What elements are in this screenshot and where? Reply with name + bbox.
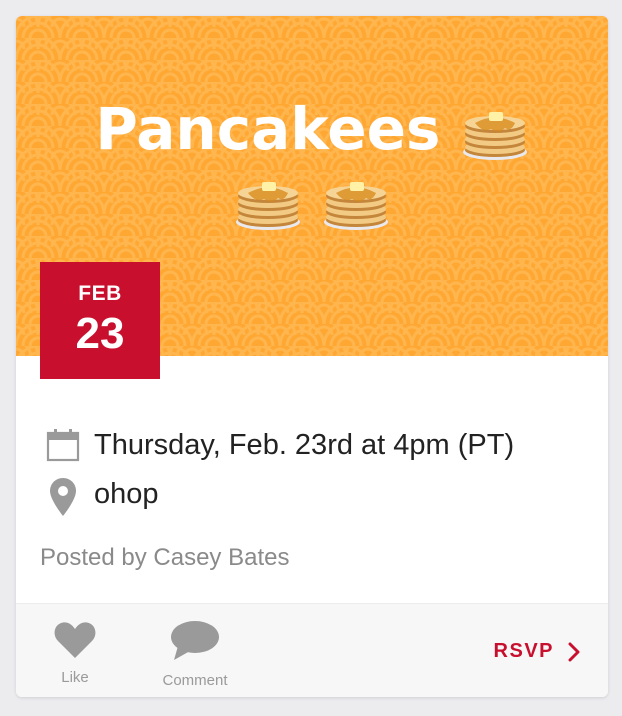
event-datetime-text: Thursday, Feb. 23rd at 4pm (PT) [94, 428, 515, 461]
rsvp-label: RSVP [493, 640, 554, 662]
date-badge-day: 23 [75, 309, 125, 358]
date-badge-month: FEB [78, 282, 122, 305]
event-actions-bar: Like Comment RSVP [16, 603, 608, 697]
event-title: Pancakees [16, 94, 608, 234]
event-card: Pancakees FEB 23 Thursday, Feb. 23rd at … [16, 16, 608, 697]
posted-by: Posted by Casey Bates [40, 544, 290, 571]
pancakes-emoji-icon [234, 174, 302, 232]
heart-icon [50, 620, 100, 664]
chevron-right-icon [568, 642, 580, 662]
like-label: Like [61, 669, 89, 686]
rsvp-button[interactable]: RSVP [494, 640, 580, 663]
location-pin-icon [46, 477, 80, 516]
comment-label: Comment [162, 672, 228, 689]
event-location-text: ohop [94, 477, 159, 510]
comment-button[interactable]: Comment [152, 620, 238, 689]
like-button[interactable]: Like [50, 620, 100, 686]
pancakes-emoji-icon [322, 174, 390, 232]
calendar-icon [46, 428, 80, 462]
event-datetime-row: Thursday, Feb. 23rd at 4pm (PT) [46, 428, 514, 462]
pancakes-emoji-icon [461, 104, 529, 162]
event-location-row: ohop [46, 477, 159, 516]
speech-bubble-icon [152, 620, 238, 666]
date-badge: FEB 23 [40, 262, 160, 379]
event-title-text: Pancakees [95, 95, 441, 163]
